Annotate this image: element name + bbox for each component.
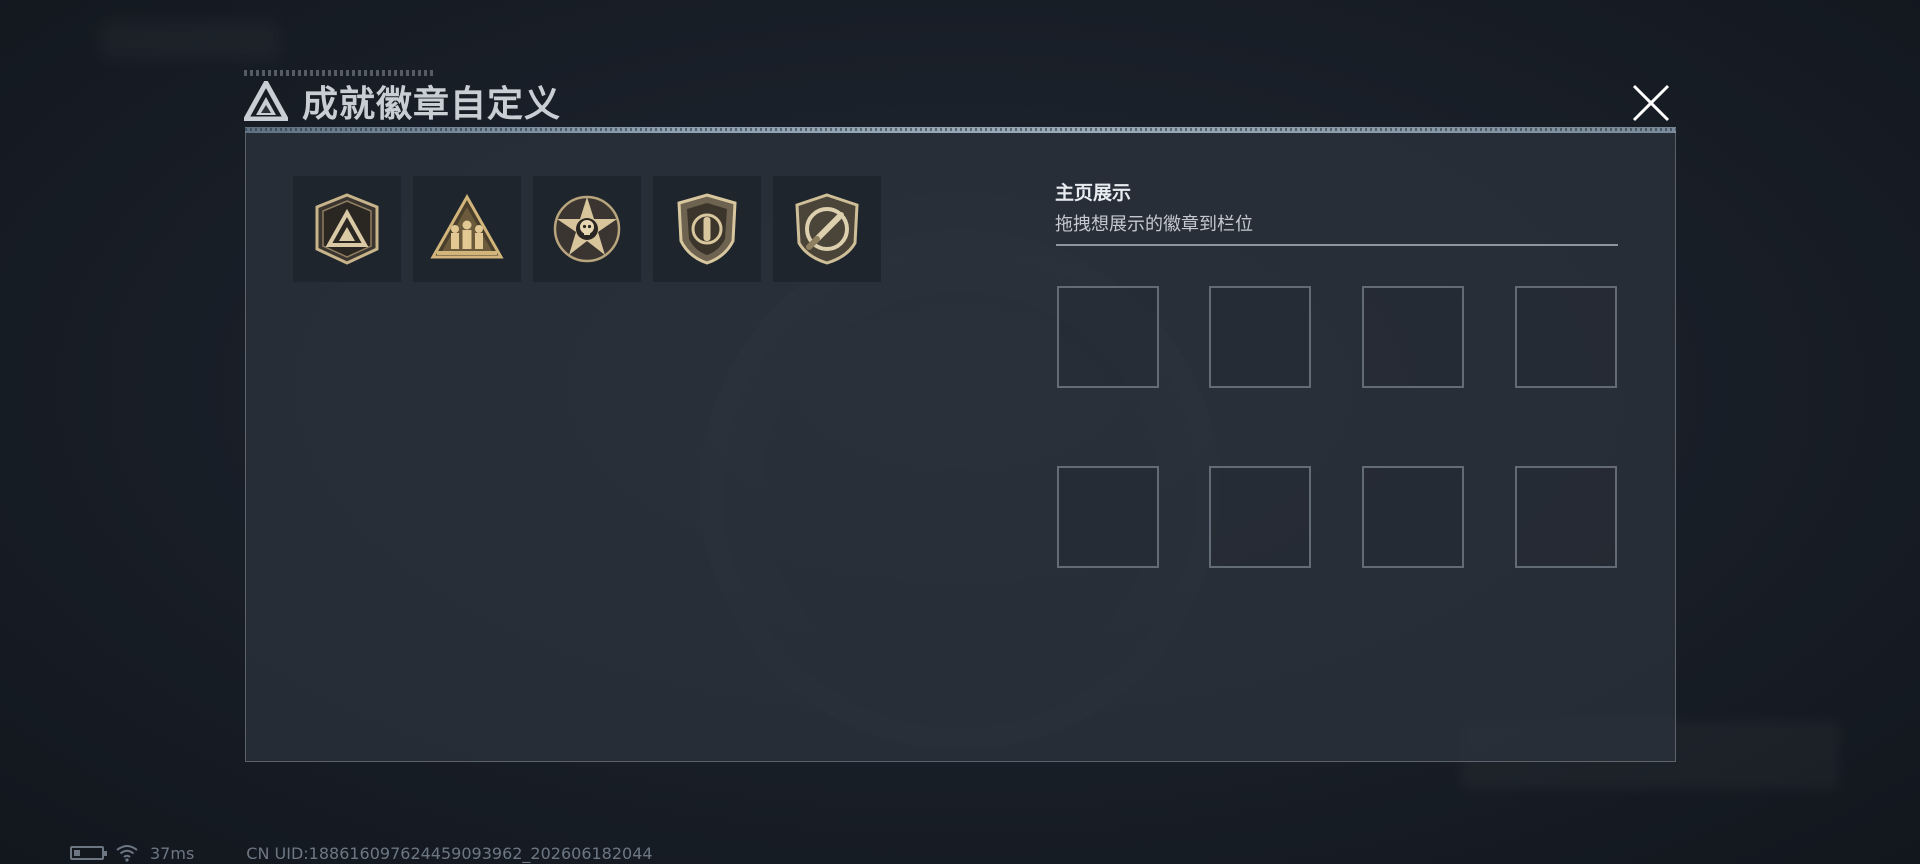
badge-slot-2[interactable] [1209, 286, 1311, 388]
game-logo-icon [244, 81, 288, 121]
uid-text: CN UID:1886160976244590939​62_2026061820… [246, 843, 653, 863]
divider [1056, 244, 1618, 246]
circle-knife-icon [795, 193, 859, 265]
status-bar: 37ms CN UID:1886160976244590939​62_20260… [70, 843, 653, 863]
close-icon [1632, 84, 1670, 122]
badge-slot-3[interactable] [1362, 286, 1464, 388]
dialog-header: 成就徽章自定义 [244, 74, 561, 128]
shield-bullet-icon [677, 193, 737, 265]
battery-icon [70, 846, 107, 860]
badge-slot-4[interactable] [1515, 286, 1617, 388]
badge-slot-5[interactable] [1057, 466, 1159, 568]
badge-list [293, 176, 881, 282]
triangle-soldiers-icon [430, 193, 504, 259]
ping-value: 37ms [150, 843, 195, 863]
panel-accent-bar [245, 127, 1676, 133]
display-section-title: 主页展示 [1055, 182, 1132, 204]
badge-shield-triangle[interactable] [293, 176, 401, 282]
badge-shield-bullet[interactable] [653, 176, 761, 282]
badge-slot-7[interactable] [1362, 466, 1464, 568]
badge-star-skull[interactable] [533, 176, 641, 282]
close-button[interactable] [1628, 80, 1674, 126]
badge-triangle-soldiers[interactable] [413, 176, 521, 282]
badge-circle-knife[interactable] [773, 176, 881, 282]
star-skull-icon [553, 195, 621, 263]
dialog-title: 成就徽章自定义 [302, 84, 562, 125]
display-section-hint: 拖拽想展示的徽章到栏位 [1055, 214, 1253, 235]
wifi-icon [116, 845, 138, 862]
shield-triangle-icon [315, 193, 379, 265]
badge-slot-6[interactable] [1209, 466, 1311, 568]
background-blur [100, 20, 280, 60]
badge-slot-8[interactable] [1515, 466, 1617, 568]
badge-slot-1[interactable] [1057, 286, 1159, 388]
